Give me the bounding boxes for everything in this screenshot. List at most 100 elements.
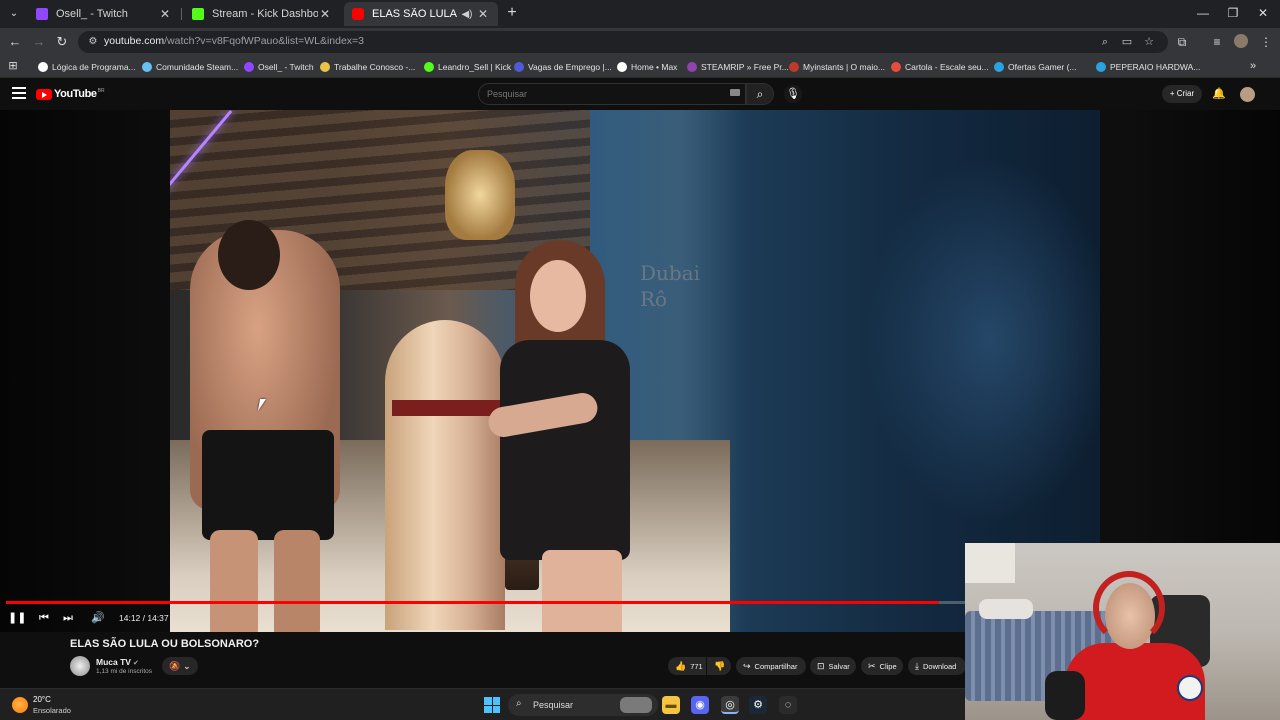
browser-menu-icon[interactable]: ⋮ xyxy=(1258,34,1274,50)
menu-icon[interactable] xyxy=(12,87,26,99)
volume-icon[interactable]: 🔊 xyxy=(90,610,106,626)
weather-condition[interactable]: Ensolarado xyxy=(33,706,71,715)
bookmark-label: Vagas de Emprego |... xyxy=(528,62,612,72)
share-icon: ↪ xyxy=(743,660,751,671)
bookmark-item[interactable]: Home • Max xyxy=(617,60,677,74)
weather-sun-icon[interactable] xyxy=(12,697,28,713)
forward-arrow-icon[interactable]: → xyxy=(31,34,47,50)
bookmark-label: PEPERAIO HARDWA... xyxy=(1110,62,1201,72)
search-input[interactable] xyxy=(479,84,745,104)
bookmark-icon xyxy=(617,62,627,72)
close-tab-icon[interactable]: ✕ xyxy=(318,7,332,21)
bookmark-item[interactable]: PEPERAIO HARDWA... xyxy=(1096,60,1200,74)
bookmark-icon xyxy=(38,62,48,72)
restore-button[interactable]: ❐ xyxy=(1218,4,1248,22)
tab-search-menu-icon[interactable]: ⌄ xyxy=(6,6,22,22)
download-button[interactable]: ⤓ Download xyxy=(908,657,966,675)
bookmark-item[interactable]: Osell_ - Twitch xyxy=(244,60,314,74)
reload-icon[interactable]: ↻ xyxy=(54,34,70,50)
file-explorer-icon[interactable]: ▬ xyxy=(662,696,680,714)
bookmark-star-icon[interactable]: ☆ xyxy=(1142,35,1156,49)
create-button[interactable]: + Criar xyxy=(1162,85,1202,103)
search-box xyxy=(478,83,746,105)
keyboard-icon[interactable] xyxy=(730,89,740,96)
discord-icon[interactable]: ◉ xyxy=(691,696,709,714)
voice-search-button[interactable]: 🎙 xyxy=(784,85,802,103)
clip-button[interactable]: ✂ Clipe xyxy=(861,657,903,675)
back-arrow-icon[interactable]: ← xyxy=(7,34,23,50)
next-icon[interactable]: ⏭ xyxy=(60,610,76,626)
progress-fill xyxy=(6,601,939,604)
site-info-icon[interactable]: ⚙ xyxy=(86,35,100,49)
windows-start-icon[interactable] xyxy=(484,697,500,713)
tab-youtube[interactable]: ELAS SÃO LULA OU BOLSON ◀) ✕ xyxy=(344,2,498,26)
youtube-header: YouTube BR xyxy=(0,78,1280,110)
bookmark-item[interactable]: Lógica de Programa... xyxy=(38,60,136,74)
profile-avatar[interactable] xyxy=(1234,34,1248,48)
search-button[interactable]: ⌕ xyxy=(746,83,774,105)
account-avatar[interactable] xyxy=(1240,87,1255,102)
address-bar[interactable]: ⚙ youtube.com/watch?v=v8FqofWPauo&list=W… xyxy=(78,31,1168,53)
subscription-bell-button[interactable]: 🔕 ⌄ xyxy=(162,657,198,675)
bookmark-icon xyxy=(320,62,330,72)
speaker-icon[interactable]: ◀) xyxy=(460,9,474,20)
zoom-icon[interactable]: ⌕ xyxy=(1098,35,1112,49)
url-path: /watch?v=v8FqofWPauo&list=WL&index=3 xyxy=(164,35,365,47)
cast-icon[interactable]: ▭ xyxy=(1120,35,1134,49)
bookmark-icon xyxy=(789,62,799,72)
download-label: Download xyxy=(922,661,957,671)
bookmark-label: Osell_ - Twitch xyxy=(258,62,314,72)
more-bookmarks-icon[interactable]: » xyxy=(1250,60,1256,72)
bookmark-item[interactable]: Ofertas Gamer (... xyxy=(994,60,1077,74)
close-window-button[interactable]: ✕ xyxy=(1248,4,1278,22)
taskbar-search-box[interactable]: ⌕ Pesquisar xyxy=(508,694,658,716)
bookmark-item[interactable]: Trabalhe Conosco -... xyxy=(320,60,415,74)
extensions-icon[interactable]: ⧉ xyxy=(1174,34,1190,50)
bookmark-label: STEAMRIP » Free Pr... xyxy=(701,62,789,72)
like-count: 771 xyxy=(690,661,703,671)
close-tab-icon[interactable]: ✕ xyxy=(476,7,490,21)
browser-toolbar: ← → ↻ ⚙ youtube.com/watch?v=v8FqofWPauo&… xyxy=(0,28,1280,56)
share-button[interactable]: ↪ Compartilhar xyxy=(736,657,806,675)
player-controls: ❚❚ ⏮ ⏭ 🔊 14:12 / 14:37 xyxy=(0,606,965,632)
bookmarks-bar: ⊞ Lógica de Programa... Comunidade Steam… xyxy=(0,56,1280,78)
youtube-logo[interactable]: YouTube BR xyxy=(36,88,105,100)
channel-name-link[interactable]: Muca TV ✔ xyxy=(96,657,139,667)
dislike-button[interactable]: 👎 xyxy=(707,657,731,675)
tab-twitch[interactable]: Osell_ - Twitch ✕ xyxy=(28,2,180,26)
steam-icon[interactable]: ⚙ xyxy=(749,696,767,714)
bookmark-icon xyxy=(142,62,152,72)
video-frame[interactable]: Dubai Rô xyxy=(170,110,1100,632)
bookmark-item[interactable]: Cartola - Escale seu... xyxy=(891,60,989,74)
like-button[interactable]: 👍 771 xyxy=(668,657,706,675)
bookmark-label: Ofertas Gamer (... xyxy=(1008,62,1077,72)
apps-grid-icon[interactable]: ⊞ xyxy=(7,60,19,72)
bookmark-item[interactable]: Leandro_Sell | Kick xyxy=(424,60,511,74)
region-code: BR xyxy=(97,88,105,94)
close-tab-icon[interactable]: ✕ xyxy=(158,7,172,21)
chrome-icon[interactable]: ◎ xyxy=(721,696,739,714)
notifications-bell-icon[interactable]: 🔔 xyxy=(1212,87,1226,101)
channel-avatar[interactable] xyxy=(70,656,90,676)
weather-temperature[interactable]: 20°C xyxy=(33,695,51,704)
tab-kick[interactable]: Stream - Kick Dashboard ✕ xyxy=(184,2,340,26)
bookmark-icon xyxy=(687,62,697,72)
taskbar-search-label: Pesquisar xyxy=(533,700,574,710)
reading-list-icon[interactable]: ≡ xyxy=(1209,34,1225,50)
pause-icon[interactable]: ❚❚ xyxy=(8,610,26,626)
mouse-cursor-icon xyxy=(257,399,273,411)
minimize-button[interactable]: — xyxy=(1188,4,1218,22)
obs-icon[interactable]: ◌ xyxy=(779,696,797,714)
bookmark-item[interactable]: Comunidade Steam... xyxy=(142,60,238,74)
bookmark-item[interactable]: Myinstants | O maio... xyxy=(789,60,885,74)
microphone-icon xyxy=(1045,671,1085,720)
search-highlight-icon xyxy=(620,697,652,713)
progress-bar[interactable] xyxy=(6,601,966,604)
save-button[interactable]: ⊡ Salvar xyxy=(810,657,856,675)
new-tab-button[interactable]: + xyxy=(503,4,521,22)
bookmark-item[interactable]: STEAMRIP » Free Pr... xyxy=(687,60,789,74)
bookmark-item[interactable]: Vagas de Emprego |... xyxy=(514,60,612,74)
url-text[interactable]: youtube.com/watch?v=v8FqofWPauo&list=WL&… xyxy=(104,35,364,47)
previous-icon[interactable]: ⏮ xyxy=(36,610,52,626)
time-display: 14:12 / 14:37 xyxy=(119,613,169,623)
